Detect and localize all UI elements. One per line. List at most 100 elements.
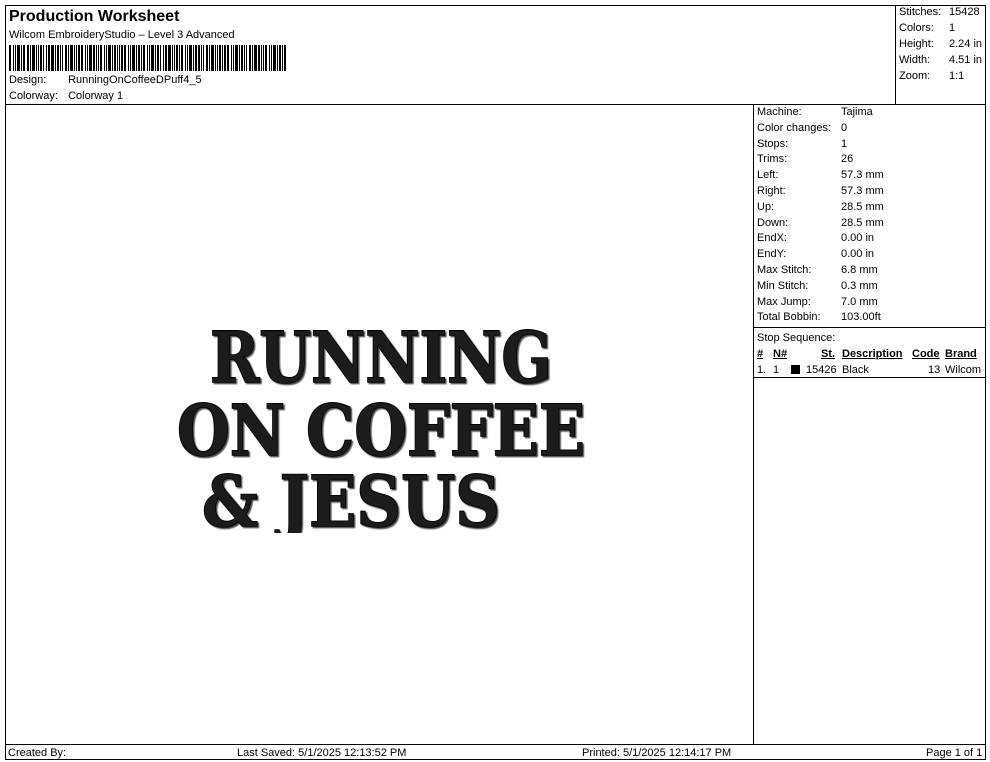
stitches-row: Stitches: 15428 <box>899 6 980 18</box>
barcode-bar <box>36 45 37 71</box>
stop-row-stitches: 15426 <box>806 364 837 376</box>
barcode-bar <box>244 45 245 71</box>
barcode-bar <box>179 45 180 71</box>
design-canvas: RUNNING ON COFFEE & JESUS <box>6 105 754 744</box>
stitches-value: 15428 <box>949 6 980 18</box>
barcode-bar <box>222 45 223 71</box>
stop-row-brand: Wilcom <box>945 364 982 376</box>
barcode-bar <box>269 45 270 71</box>
machine-info-row: Up: 28.5 mm <box>757 201 884 213</box>
barcode-bar <box>271 45 272 71</box>
barcode-bar <box>38 45 39 71</box>
barcode-bar <box>206 45 208 71</box>
machine-info-label: Left: <box>757 169 779 182</box>
design-line: Design: RunningOnCoffeeDPuff4_5 <box>9 74 202 86</box>
stop-sequence-title: Stop Sequence: <box>757 332 836 344</box>
barcode-bar <box>282 45 283 71</box>
design-summary: Stitches: 15428 Colors: 1 Height: 2.24 in W… <box>895 6 986 105</box>
barcode-bar <box>217 45 218 71</box>
machine-info-panel: Stop Sequence: # N# St. Description Code… <box>754 105 986 744</box>
barcode-bar <box>284 45 286 71</box>
barcode-bar <box>224 45 226 71</box>
machine-info-row: Max Jump: 7.0 mm <box>757 296 878 308</box>
machine-info-label: Total Bobbin: <box>757 311 821 324</box>
page-title: Production Worksheet <box>9 8 180 25</box>
barcode-bar <box>136 45 137 71</box>
barcode-bar <box>258 45 260 71</box>
barcode-bar <box>93 45 95 71</box>
barcode-bar <box>174 45 175 71</box>
barcode-bar <box>201 45 202 71</box>
barcode-bar <box>246 45 247 71</box>
barcode-bar <box>106 45 107 71</box>
colors-label: Colors: <box>899 22 934 34</box>
barcode-bar <box>252 45 253 71</box>
col-needle: N# <box>773 348 788 360</box>
machine-info-value: 0.00 in <box>841 232 875 245</box>
barcode-bar <box>261 45 262 71</box>
machine-info-label: Max Jump: <box>757 295 811 308</box>
divider <box>754 377 986 378</box>
barcode-bar <box>62 45 63 71</box>
barcode-bar <box>27 45 29 71</box>
machine-info-label: Up: <box>757 200 775 213</box>
barcode-image <box>9 45 321 71</box>
worksheet-footer: Created By: Last Saved: 5/1/2025 12:13:5… <box>6 744 985 760</box>
barcode-bar <box>51 45 54 71</box>
col-brand: Brand <box>945 348 977 360</box>
barcode-bar <box>112 45 113 71</box>
machine-info-row: Right: 57.3 mm <box>757 185 884 197</box>
machine-info-row: Trims: 26 <box>757 153 853 165</box>
machine-info-row: Machine: Tajima <box>757 106 873 118</box>
barcode-bar <box>13 45 14 71</box>
barcode-bar <box>277 45 278 71</box>
barcode-bar <box>121 45 123 71</box>
barcode-bar <box>15 45 16 71</box>
barcode-bar <box>87 45 88 71</box>
created-by: Created By: <box>8 747 67 759</box>
barcode-bar <box>17 45 20 71</box>
machine-info-value: 1 <box>841 137 848 150</box>
machine-info-value: 57.3 mm <box>841 169 884 182</box>
artwork-line-3: & JESUS <box>202 460 500 533</box>
barcode-bar <box>117 45 118 71</box>
colorway-label: Colorway: <box>9 90 58 102</box>
barcode-bar <box>265 45 267 71</box>
col-description: Description <box>842 348 903 360</box>
barcode-bar <box>172 45 173 71</box>
col-index: # <box>757 348 764 360</box>
barcode-bar <box>263 45 264 71</box>
stop-row-code: 13 <box>928 364 941 376</box>
barcode-bar <box>211 45 214 71</box>
printed-date: Printed: 5/1/2025 12:14:17 PM <box>582 747 732 759</box>
stop-row-needle: 1 <box>773 364 780 376</box>
barcode-bar <box>193 45 194 71</box>
software-name: Wilcom EmbroideryStudio – Level 3 Advanc… <box>9 29 235 41</box>
barcode-bar <box>231 45 232 71</box>
barcode-bar <box>138 45 140 71</box>
barcode-bar <box>235 45 238 71</box>
machine-info-value: 0.00 in <box>841 248 875 261</box>
machine-info-label: Machine: <box>757 106 802 118</box>
worksheet-frame: Production Worksheet Wilcom EmbroiderySt… <box>5 5 986 760</box>
barcode-bar <box>85 45 86 71</box>
machine-info-label: Trims: <box>757 153 788 166</box>
barcode-bar <box>249 45 251 71</box>
machine-info-value: 0 <box>841 121 848 134</box>
barcode-bar <box>46 45 47 71</box>
barcode-bar <box>114 45 116 71</box>
zoom-value: 1:1 <box>949 70 965 82</box>
barcode-bar <box>55 45 56 71</box>
barcode-bar <box>70 45 73 71</box>
design-label: Design: <box>9 74 47 86</box>
col-stitches: St. <box>821 348 836 360</box>
barcode-bar <box>215 45 216 71</box>
barcode-bar <box>96 45 97 71</box>
machine-info-value: 26 <box>841 153 854 166</box>
machine-info-value: 57.3 mm <box>841 185 884 197</box>
artwork-line-1: RUNNING <box>210 318 552 399</box>
barcode-bar <box>149 45 150 71</box>
barcode-bar <box>65 45 67 71</box>
barcode-bar <box>151 45 154 71</box>
barcode-bar <box>168 45 171 71</box>
